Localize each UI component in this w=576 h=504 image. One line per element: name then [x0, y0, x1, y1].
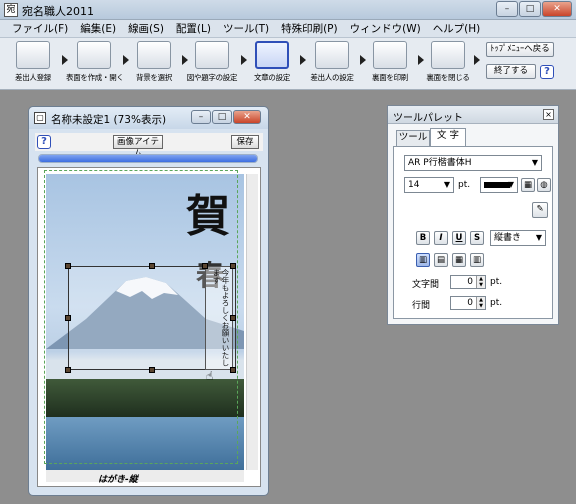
spinner-arrows-icon[interactable]: ▲ ▼: [476, 297, 485, 309]
doc-maximize-button[interactable]: □: [212, 110, 232, 124]
menu-draw[interactable]: 線画(S): [122, 21, 170, 36]
folder-card-icon: [77, 41, 111, 69]
toolbar-figure-title-button[interactable]: 図や題字の設定: [184, 41, 240, 87]
text-direction-select[interactable]: 縦書き ▼: [490, 230, 546, 246]
font-size-value: 14: [408, 180, 420, 190]
menu-bar: ファイル(F) 編集(E) 線画(S) 配置(L) ツール(T) 特殊印刷(P)…: [0, 20, 576, 38]
document-window: ▢ 名称未設定1 (73%表示) – □ ✕ ? 画像アイテム 保存 賀 春: [28, 106, 269, 496]
color-select[interactable]: ▼: [480, 177, 518, 193]
line-spacing-input[interactable]: 0 ▲ ▼: [450, 296, 486, 310]
toolbar-text-settings-button[interactable]: 文章の設定: [244, 41, 300, 87]
palette-body: AR P行楷書体H ▼ 14 ▼ pt. ▼ ▦ ◍ ✎ B I U S 縦書き ▼ …: [393, 146, 553, 319]
shadow-button[interactable]: S: [470, 231, 484, 245]
char-spacing-value: 0: [467, 277, 473, 287]
close-card-icon: [431, 41, 465, 69]
font-size-select[interactable]: 14 ▼: [404, 177, 454, 193]
horizontal-scrollbar[interactable]: [46, 470, 244, 482]
exit-button[interactable]: 終了する: [486, 64, 536, 79]
toolbar-sender-settings-button[interactable]: 差出人の設定: [304, 41, 360, 87]
spinner-arrows-icon[interactable]: ▲ ▼: [476, 276, 485, 288]
card-size-label: はがき-縦: [98, 475, 138, 485]
text-card-icon: [255, 41, 289, 69]
menu-help[interactable]: ヘルプ(H): [427, 21, 487, 36]
close-button[interactable]: ✕: [542, 1, 572, 17]
align-justify-button[interactable]: ▥: [470, 253, 484, 267]
minimize-button[interactable]: –: [496, 1, 518, 17]
back-to-top-menu-button[interactable]: ﾄｯﾌﾟﾒﾆｭｰへ戻る: [486, 42, 554, 57]
doc-help-icon[interactable]: ?: [37, 135, 51, 149]
app-title: 宛名職人2011: [22, 5, 94, 18]
postcard-canvas[interactable]: 賀 春 今年もよろしくお願いいたします ☝ はがき-縦: [37, 167, 261, 487]
menu-tools[interactable]: ツール(T): [217, 21, 275, 36]
align-center-button[interactable]: ▤: [434, 253, 448, 267]
tool-palette: ツールパレット × ツール 文 字 AR P行楷書体H ▼ 14 ▼ pt. ▼ ▦…: [387, 105, 559, 325]
help-icon[interactable]: ?: [540, 65, 554, 79]
align-bottom-button[interactable]: ▦: [452, 253, 466, 267]
print-guide-line: [44, 170, 238, 464]
vertical-scrollbar[interactable]: [246, 174, 258, 470]
color-palette-icon[interactable]: ▦: [521, 178, 535, 192]
line-spacing-unit: pt.: [490, 298, 503, 308]
bold-button[interactable]: B: [416, 231, 430, 245]
char-spacing-unit: pt.: [490, 277, 503, 287]
toolbar-label: 差出人登録: [15, 73, 51, 82]
doc-minimize-button[interactable]: –: [191, 110, 211, 124]
toolbar-create-front-button[interactable]: 表面を作成・開く: [66, 41, 124, 87]
doc-close-button[interactable]: ✕: [233, 110, 261, 124]
menu-layout[interactable]: 配置(L): [170, 21, 217, 36]
font-value: AR P行楷書体H: [408, 158, 472, 168]
font-select[interactable]: AR P行楷書体H ▼: [404, 155, 542, 171]
document-title: 名称未設定1 (73%表示): [51, 114, 167, 126]
toolbar-label: 図や題字の設定: [186, 73, 238, 82]
menu-edit[interactable]: 編集(E): [74, 21, 122, 36]
toolbar-sender-register-button[interactable]: 差出人登録: [5, 41, 61, 87]
underline-button[interactable]: U: [452, 231, 466, 245]
palette-title: ツールパレット: [393, 113, 463, 124]
eyedropper-icon[interactable]: ✎: [532, 202, 548, 218]
document-toolbar: ? 画像アイテム 保存: [35, 133, 263, 159]
menu-window[interactable]: ウィンドウ(W): [344, 21, 427, 36]
toolbar-label: 差出人の設定: [310, 73, 354, 82]
maximize-button[interactable]: □: [519, 1, 541, 17]
toolbar-label: 背景を選択: [136, 73, 172, 82]
progress-bar: [38, 154, 258, 163]
toolbar-close-back-button[interactable]: 裏面を閉じる: [420, 41, 476, 87]
align-top-button[interactable]: ▥: [416, 253, 430, 267]
tab-text[interactable]: 文 字: [430, 128, 466, 147]
app-title-bar: 宛 宛名職人2011 – □ ✕: [0, 0, 576, 20]
color-wheel-icon[interactable]: ◍: [537, 178, 551, 192]
menu-special-print[interactable]: 特殊印刷(P): [275, 21, 344, 36]
toolbar-label: 文章の設定: [254, 73, 290, 82]
line-spacing-label: 行間: [412, 301, 431, 311]
step-arrow-icon: [474, 55, 480, 65]
font-size-unit: pt.: [458, 180, 471, 190]
app-icon: 宛: [4, 3, 18, 17]
save-button[interactable]: 保存: [231, 135, 259, 149]
document-icon: ▢: [34, 112, 46, 124]
toolbar-background-button[interactable]: 背景を選択: [126, 41, 182, 87]
toolbar: 差出人登録 表面を作成・開く 背景を選択 図や題字の設定 文章の設定 差出人の設…: [0, 38, 576, 90]
line-spacing-value: 0: [467, 298, 473, 308]
document-title-bar: ▢ 名称未設定1 (73%表示) – □ ✕: [29, 107, 268, 129]
toolbar-label: 表面を作成・開く: [66, 73, 124, 82]
palette-close-icon[interactable]: ×: [543, 109, 554, 120]
figure-card-icon: [195, 41, 229, 69]
char-spacing-label: 文字間: [412, 280, 440, 290]
sender-card-icon: [315, 41, 349, 69]
printer-icon: [373, 41, 407, 69]
palette-title-bar: ツールパレット ×: [388, 106, 558, 124]
text-direction-value: 縦書き: [494, 233, 522, 243]
toolbar-label: 裏面を印刷: [372, 73, 408, 82]
color-swatch: [484, 181, 510, 188]
tab-tools[interactable]: ツール: [396, 130, 430, 146]
toolbar-print-back-button[interactable]: 裏面を印刷: [362, 41, 418, 87]
menu-file[interactable]: ファイル(F): [6, 21, 74, 36]
image-item-button[interactable]: 画像アイテム: [113, 135, 163, 159]
italic-button[interactable]: I: [434, 231, 448, 245]
char-spacing-input[interactable]: 0 ▲ ▼: [450, 275, 486, 289]
progress-fill: [39, 155, 257, 162]
background-card-icon: [137, 41, 171, 69]
card-pen-icon: [16, 41, 50, 69]
toolbar-label: 裏面を閉じる: [426, 73, 470, 82]
